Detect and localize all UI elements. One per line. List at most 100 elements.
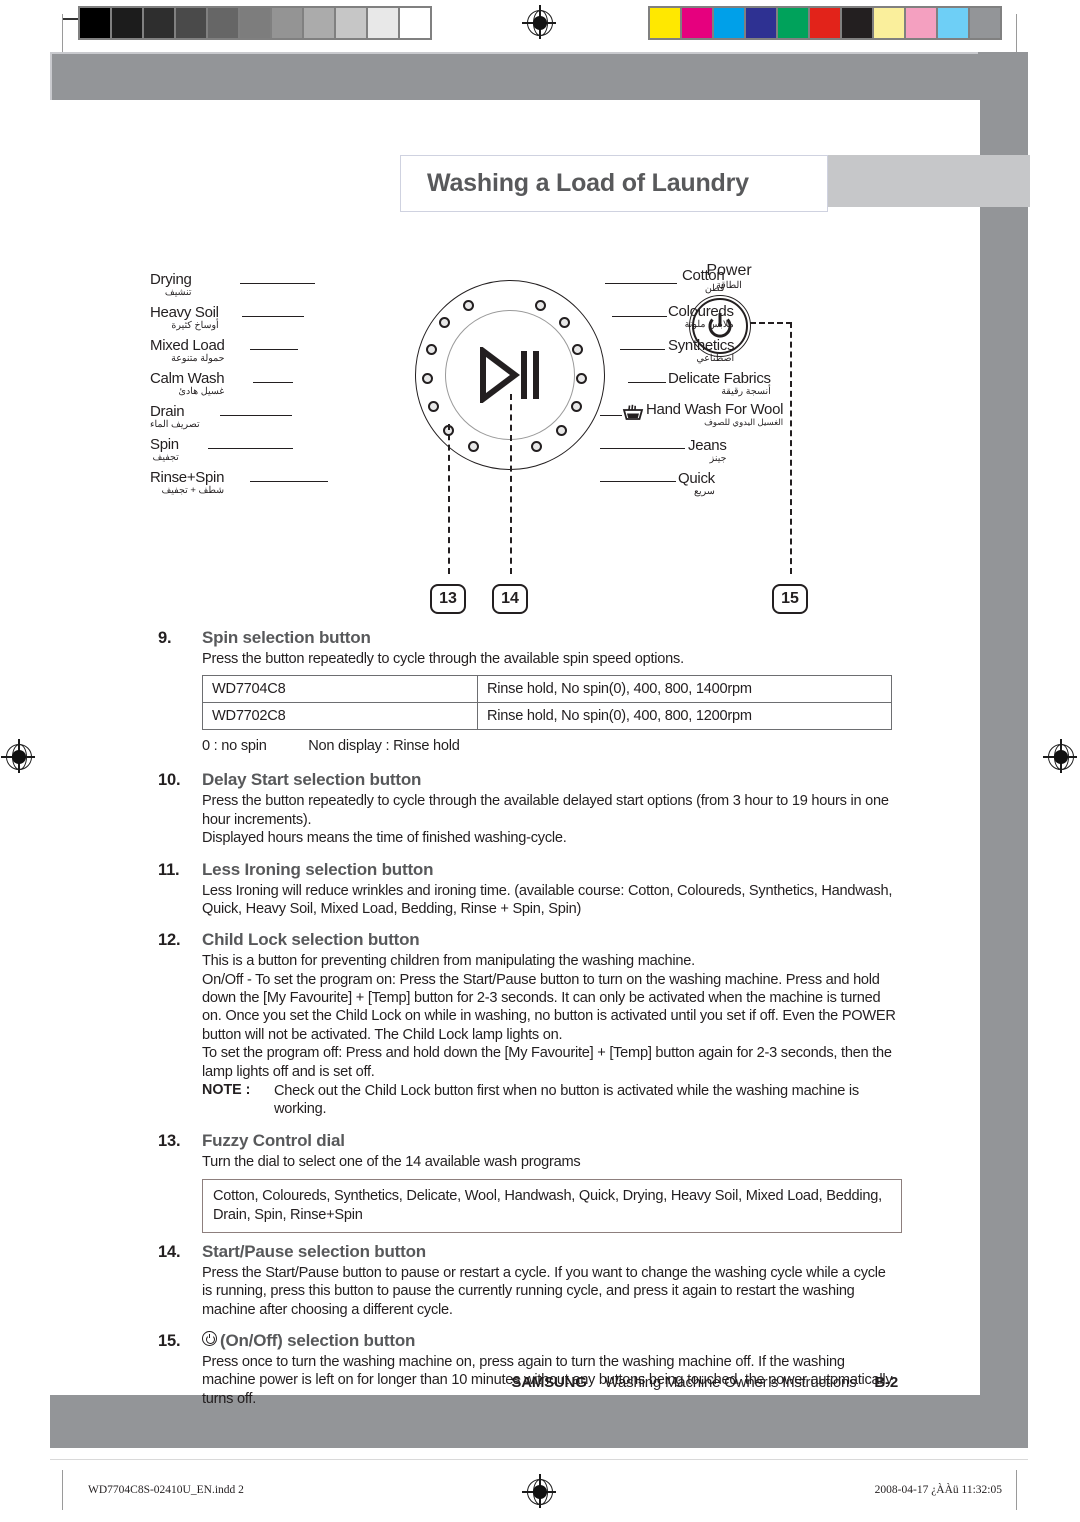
label-ar: الطاقة <box>716 280 742 291</box>
section-12: 12. Child Lock selection button This is … <box>158 930 898 1118</box>
label-ar: غسيل هادئ <box>178 386 225 397</box>
brand-samsung: SAMSUNG <box>511 1374 587 1391</box>
page-title-box: Washing a Load of Laundry <box>400 155 828 212</box>
dial-label-drying: Drying تنشيف <box>150 272 192 298</box>
label-en: Calm Wash <box>150 370 225 387</box>
leader-line <box>600 415 622 417</box>
paragraph: On/Off - To set the program on: Press th… <box>202 971 896 1043</box>
leader-line <box>612 316 667 318</box>
leader-line <box>600 448 685 450</box>
section-13: 13. Fuzzy Control dial Turn the dial to … <box>158 1131 902 1233</box>
registration-dot <box>533 1485 547 1499</box>
section-number: 14. <box>158 1242 181 1261</box>
imprint-filename: WD7704C8S-02410U_EN.indd 2 <box>88 1484 244 1496</box>
registration-dot <box>12 750 26 764</box>
grayscale-patch <box>336 8 366 38</box>
label-en: Delicate Fabrics <box>668 370 771 387</box>
label-ar: أنسجة رقيقة <box>721 386 771 397</box>
dial-lamp <box>559 317 570 328</box>
dial-label-hand-wash-wool: Hand Wash For Wool الغسيل اليدوي للصوف <box>646 402 783 427</box>
color-patch <box>714 8 744 38</box>
section-title: Spin selection button <box>202 628 371 647</box>
section-body: Press the button repeatedly to cycle thr… <box>202 650 898 668</box>
label-en: Quick <box>678 470 715 487</box>
page-footer: SAMSUNG Washing Machine Owner’s Instruct… <box>158 1374 898 1391</box>
header-gray-block <box>825 155 1030 207</box>
footnote-no-spin: 0 : no spin <box>202 738 267 755</box>
grayscale-patch <box>400 8 430 38</box>
dial-lamp <box>422 373 433 384</box>
grayscale-patch <box>176 8 206 38</box>
section-intro: Press the button repeatedly to cycle thr… <box>202 651 684 667</box>
paragraph: Press the button repeatedly to cycle thr… <box>202 793 889 828</box>
grayscale-patch <box>240 8 270 38</box>
footnote-rinse-hold: Non display : Rinse hold <box>308 738 460 755</box>
dial-label-quick: Quick سريع <box>678 471 715 497</box>
paragraph: Displayed hours means the time of finish… <box>202 830 567 847</box>
power-icon[interactable] <box>689 295 751 357</box>
section-10: 10. Delay Start selection button Press t… <box>158 770 898 847</box>
callout-15: 15 <box>772 584 808 614</box>
cell-speeds: Rinse hold, No spin(0), 400, 800, 1200rp… <box>477 702 892 731</box>
power-button-group: Power الطاقة <box>670 262 790 357</box>
section-number: 9. <box>158 629 172 647</box>
dial-lamp <box>439 317 450 328</box>
dial-lamp <box>576 373 587 384</box>
section-title: Less Ironing selection button <box>202 859 434 879</box>
section-heading: 9. Spin selection button <box>158 628 898 648</box>
label-en: Mixed Load <box>150 337 225 354</box>
section-heading: 13. Fuzzy Control dial <box>158 1131 898 1151</box>
document-page: Washing a Load of Laundry Drying تنشيف H… <box>0 0 1080 1522</box>
section-number: 15. <box>158 1332 181 1351</box>
paragraph: This is a button for preventing children… <box>202 953 695 970</box>
page-title: Washing a Load of Laundry <box>427 169 749 197</box>
label-en: Power <box>706 262 752 279</box>
imprint-timestamp: 2008-04-17 ¿ÀÀü 11:32:05 <box>874 1484 1002 1496</box>
callout-line-15-h <box>750 322 792 324</box>
dial-label-calm-wash: Calm Wash غسيل هادئ <box>150 370 225 397</box>
label-en: Spin <box>150 436 179 453</box>
color-patch <box>810 8 840 38</box>
page-band-right <box>978 52 1028 1410</box>
registration-target-bottom <box>522 1474 556 1508</box>
label-en: Heavy Soil <box>150 304 219 321</box>
color-patch <box>906 8 936 38</box>
label-ar: تنشيف <box>164 287 192 298</box>
section-title: Delay Start selection button <box>202 770 422 790</box>
paragraph: Press the Start/Pause button to pause or… <box>202 1264 886 1318</box>
color-patch <box>970 8 1000 38</box>
section-body: Less Ironing will reduce wrinkles and ir… <box>202 882 898 919</box>
dial-lamp <box>531 441 542 452</box>
leader-line <box>628 382 666 384</box>
label-ar: تجفيف <box>152 452 179 463</box>
callout-line-14 <box>510 394 512 574</box>
registration-target-top <box>522 5 556 39</box>
label-ar: جينز <box>709 453 727 464</box>
label-ar: حمولة متنوعة <box>171 353 225 364</box>
power-label: Power الطاقة <box>686 262 772 291</box>
cell-model: WD7704C8 <box>202 675 478 704</box>
dial-label-heavy-soil: Heavy Soil أوساخ كثيرة <box>150 305 219 331</box>
label-en: Drying <box>150 271 192 288</box>
hand-wash-wool-icon <box>622 404 644 420</box>
label-en: Jeans <box>688 437 727 454</box>
section-number: 11. <box>158 860 180 879</box>
section-body: Press the button repeatedly to cycle thr… <box>202 792 898 847</box>
section-title: Start/Pause selection button <box>202 1241 426 1261</box>
wash-programs-box: Cotton, Coloureds, Synthetics, Delicate,… <box>202 1179 902 1233</box>
label-ar: سريع <box>693 486 715 497</box>
section-number: 13. <box>158 1131 181 1150</box>
label-en: Hand Wash For Wool <box>646 401 784 418</box>
cell-model: WD7702C8 <box>202 702 478 731</box>
leader-line <box>253 382 293 384</box>
section-heading: 12. Child Lock selection button <box>158 930 898 950</box>
instructions-list: 9. Spin selection button Press the butto… <box>158 628 902 1410</box>
grayscale-patch <box>80 8 110 38</box>
leader-line <box>605 283 677 285</box>
section-14: 14. Start/Pause selection button Press t… <box>158 1242 898 1319</box>
section-heading: 15. (On/Off) selection button <box>158 1331 898 1351</box>
grayscale-ramp <box>78 6 432 40</box>
grayscale-patch <box>112 8 142 38</box>
color-patch <box>938 8 968 38</box>
section-body: This is a button for preventing children… <box>202 952 898 1081</box>
